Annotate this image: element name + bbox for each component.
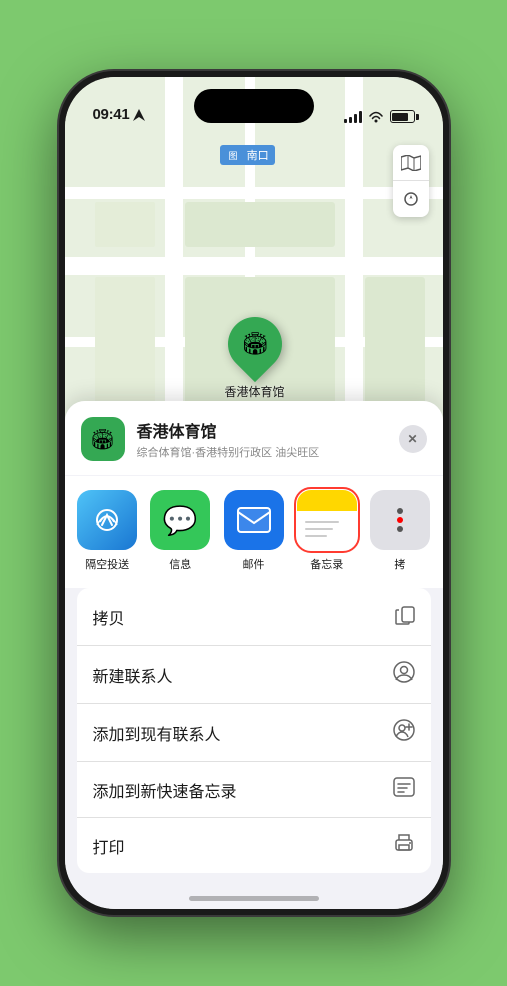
location-venue-icon: 🏟: [81, 417, 125, 461]
print-label: 打印: [93, 834, 125, 858]
location-arrow-icon: [133, 109, 145, 121]
new-contact-label: 新建联系人: [93, 663, 173, 687]
home-indicator: [189, 896, 319, 901]
share-item-messages[interactable]: 💬 信息: [146, 490, 215, 572]
notes-label: 备忘录: [310, 556, 343, 572]
battery-icon: [390, 110, 415, 123]
close-button[interactable]: ✕: [399, 425, 427, 453]
contact-svg: [393, 661, 415, 683]
stadium-pin: 🏟: [216, 306, 292, 382]
wifi-icon: [368, 111, 384, 123]
mail-icon: [224, 490, 284, 550]
airdrop-svg: [92, 505, 122, 535]
more-label: 拷: [394, 556, 405, 572]
print-svg: [393, 833, 415, 853]
stadium-label: 香港体育馆: [225, 383, 285, 400]
map-type-button[interactable]: [393, 145, 429, 181]
quick-note-label: 添加到新快速备忘录: [93, 778, 237, 802]
signal-bar-2: [349, 117, 352, 123]
quick-note-icon: [393, 777, 415, 802]
status-icons: [344, 110, 415, 123]
location-name: 香港体育馆: [137, 418, 387, 442]
share-item-notes[interactable]: 备忘录: [292, 490, 361, 572]
print-icon: [393, 833, 415, 858]
airdrop-label: 隔空投送: [85, 556, 129, 572]
signal-bars: [344, 111, 362, 123]
copy-icon: [395, 603, 415, 630]
close-icon: ✕: [407, 432, 417, 446]
location-header: 🏟 香港体育馆 综合体育馆·香港特别行政区 油尖旺区 ✕: [65, 401, 443, 475]
stadium-marker[interactable]: 🏟 香港体育馆: [225, 317, 285, 400]
action-add-existing[interactable]: 添加到现有联系人: [77, 704, 431, 762]
more-icon: [370, 490, 430, 550]
share-row: 隔空投送 💬 信息 邮件: [65, 476, 443, 588]
stadium-pin-icon: 🏟: [241, 331, 269, 357]
mail-label: 邮件: [243, 556, 265, 572]
add-contact-svg: [393, 719, 415, 741]
add-existing-icon: [393, 719, 415, 746]
note-svg: [393, 777, 415, 797]
action-list: 拷贝 新建联系人: [77, 588, 431, 873]
compass-icon: [403, 191, 419, 207]
messages-icon: 💬: [150, 490, 210, 550]
airdrop-icon: [77, 490, 137, 550]
status-time: 09:41: [93, 106, 130, 123]
location-button[interactable]: [393, 181, 429, 217]
dynamic-island: [194, 89, 314, 123]
share-item-airdrop[interactable]: 隔空投送: [73, 490, 142, 572]
share-item-more[interactable]: 拷: [365, 490, 434, 572]
copy-svg: [395, 603, 415, 625]
map-controls: [393, 145, 429, 217]
signal-bar-4: [359, 111, 362, 123]
signal-bar-3: [354, 114, 357, 123]
action-copy[interactable]: 拷贝: [77, 588, 431, 646]
location-subtitle: 综合体育馆·香港特别行政区 油尖旺区: [137, 444, 387, 460]
action-new-contact[interactable]: 新建联系人: [77, 646, 431, 704]
bottom-sheet: 🏟 香港体育馆 综合体育馆·香港特别行政区 油尖旺区 ✕: [65, 401, 443, 909]
phone-frame: 09:41: [59, 71, 449, 915]
new-contact-icon: [393, 661, 415, 688]
phone-screen: 09:41: [65, 77, 443, 909]
mail-svg: [237, 507, 271, 533]
map-icon: [401, 155, 421, 171]
location-info: 香港体育馆 综合体育馆·香港特别行政区 油尖旺区: [137, 418, 387, 460]
share-item-mail[interactable]: 邮件: [219, 490, 288, 572]
signal-bar-1: [344, 119, 347, 123]
add-existing-label: 添加到现有联系人: [93, 721, 221, 745]
action-quick-note[interactable]: 添加到新快速备忘录: [77, 762, 431, 818]
notes-icon: [297, 490, 357, 550]
map-label: 图 南口: [220, 145, 275, 165]
copy-label: 拷贝: [93, 605, 125, 629]
action-print[interactable]: 打印: [77, 818, 431, 873]
messages-label: 信息: [169, 556, 191, 572]
